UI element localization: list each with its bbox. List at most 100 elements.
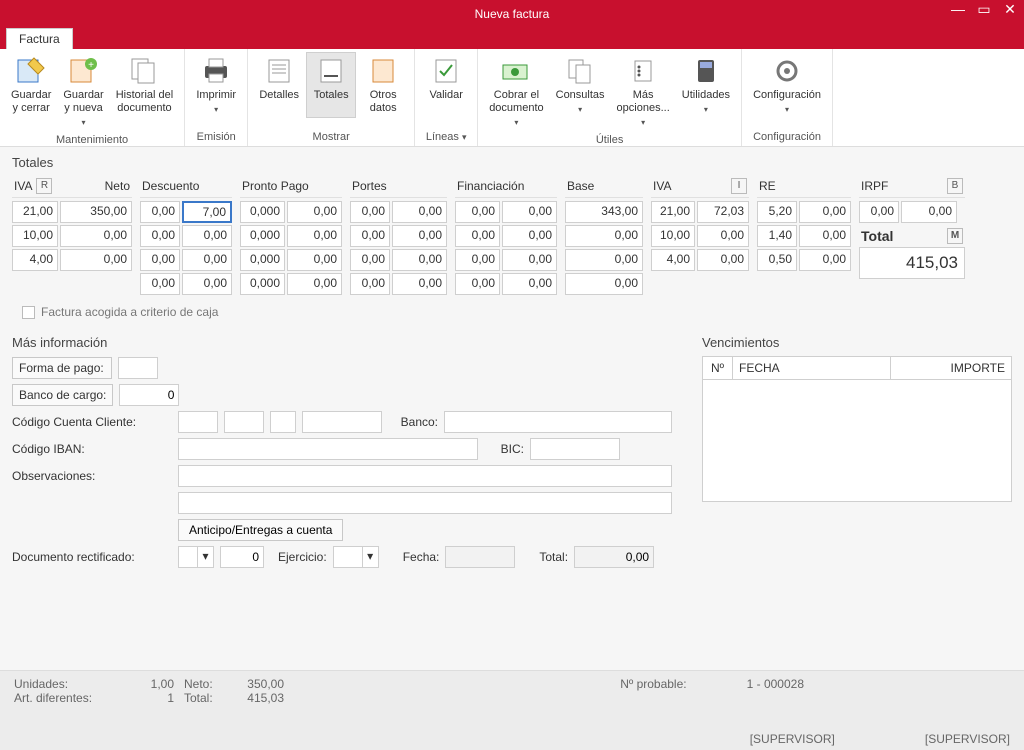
- iva2-p[interactable]: 4,00: [651, 249, 695, 271]
- guardar-nueva-button[interactable]: + Guardar y nueva ▾: [58, 52, 108, 132]
- banco-cargo-input[interactable]: [119, 384, 179, 406]
- port-v[interactable]: 0,00: [392, 249, 447, 271]
- iva2-v[interactable]: 0,00: [697, 249, 749, 271]
- port-v[interactable]: 0,00: [392, 201, 447, 223]
- banco-cargo-button[interactable]: Banco de cargo:: [12, 384, 113, 406]
- fin-v[interactable]: 0,00: [502, 201, 557, 223]
- irpf-v[interactable]: 0,00: [901, 201, 957, 223]
- fin-v[interactable]: 0,00: [502, 225, 557, 247]
- iva-cell[interactable]: 21,00: [12, 201, 58, 223]
- otros-datos-button[interactable]: Otros datos: [358, 52, 408, 118]
- iva2-v[interactable]: 72,03: [697, 201, 749, 223]
- port-p[interactable]: 0,00: [350, 273, 390, 295]
- iva2-p[interactable]: 10,00: [651, 225, 695, 247]
- base-cell[interactable]: 0,00: [565, 273, 643, 295]
- doc-rect-serie[interactable]: [178, 546, 198, 568]
- forma-pago-button[interactable]: Forma de pago:: [12, 357, 112, 379]
- ccc-3[interactable]: [270, 411, 296, 433]
- pp-p[interactable]: 0,000: [240, 249, 285, 271]
- mas-opciones-button[interactable]: Más opciones... ▾: [612, 52, 675, 132]
- tab-factura[interactable]: Factura: [6, 28, 73, 49]
- validar-button[interactable]: Validar: [421, 52, 471, 105]
- obs-input-2[interactable]: [178, 492, 672, 514]
- neto-cell[interactable]: 0,00: [60, 225, 132, 247]
- obs-input-1[interactable]: [178, 465, 672, 487]
- ejercicio-input[interactable]: [333, 546, 363, 568]
- caja-checkbox[interactable]: [22, 306, 35, 319]
- desc-p[interactable]: 0,00: [140, 225, 180, 247]
- iban-input[interactable]: [178, 438, 478, 460]
- group-mostrar-label: Mostrar: [313, 129, 350, 146]
- guardar-cerrar-button[interactable]: Guardar y cerrar: [6, 52, 56, 132]
- re-v[interactable]: 0,00: [799, 225, 851, 247]
- desc-v-active[interactable]: 7,00: [182, 201, 232, 223]
- re-p[interactable]: 1,40: [757, 225, 797, 247]
- neto-cell[interactable]: 350,00: [60, 201, 132, 223]
- close-button[interactable]: ✕: [1002, 2, 1018, 18]
- pp-p[interactable]: 0,000: [240, 201, 285, 223]
- fin-p[interactable]: 0,00: [455, 249, 500, 271]
- fin-p[interactable]: 0,00: [455, 201, 500, 223]
- desc-p[interactable]: 0,00: [140, 273, 180, 295]
- imprimir-button[interactable]: Imprimir ▾: [191, 52, 241, 119]
- fin-v[interactable]: 0,00: [502, 273, 557, 295]
- fin-p[interactable]: 0,00: [455, 225, 500, 247]
- doc-rect-num[interactable]: [220, 546, 264, 568]
- group-emision: Imprimir ▾ Emisión: [185, 49, 248, 146]
- port-p[interactable]: 0,00: [350, 249, 390, 271]
- ccc-4[interactable]: [302, 411, 382, 433]
- desc-v[interactable]: 0,00: [182, 249, 232, 271]
- base-cell[interactable]: 0,00: [565, 225, 643, 247]
- neto-cell[interactable]: 0,00: [60, 249, 132, 271]
- iva-cell[interactable]: 10,00: [12, 225, 58, 247]
- port-p[interactable]: 0,00: [350, 225, 390, 247]
- configuracion-button[interactable]: Configuración ▾: [748, 52, 826, 119]
- base-cell[interactable]: 0,00: [565, 249, 643, 271]
- ccc-1[interactable]: [178, 411, 218, 433]
- pp-p[interactable]: 0,000: [240, 225, 285, 247]
- desc-v[interactable]: 0,00: [182, 273, 232, 295]
- desc-v[interactable]: 0,00: [182, 225, 232, 247]
- pp-v[interactable]: 0,00: [287, 249, 342, 271]
- bic-input[interactable]: [530, 438, 620, 460]
- iva2-p[interactable]: 21,00: [651, 201, 695, 223]
- utilidades-button[interactable]: Utilidades ▾: [677, 52, 735, 132]
- detalles-button[interactable]: Detalles: [254, 52, 304, 118]
- banco-input[interactable]: [444, 411, 672, 433]
- port-v[interactable]: 0,00: [392, 273, 447, 295]
- iva2-v[interactable]: 0,00: [697, 225, 749, 247]
- re-p[interactable]: 5,20: [757, 201, 797, 223]
- ccc-2[interactable]: [224, 411, 264, 433]
- historial-button[interactable]: Historial del documento: [111, 52, 178, 132]
- desc-p[interactable]: 0,00: [140, 201, 180, 223]
- pp-v[interactable]: 0,00: [287, 273, 342, 295]
- b-tag[interactable]: B: [947, 178, 963, 194]
- consultas-button[interactable]: Consultas ▾: [551, 52, 610, 132]
- iva-cell[interactable]: 4,00: [12, 249, 58, 271]
- totales-button[interactable]: Totales: [306, 52, 356, 118]
- re-p[interactable]: 0,50: [757, 249, 797, 271]
- anticipo-button[interactable]: Anticipo/Entregas a cuenta: [178, 519, 343, 541]
- irpf-p[interactable]: 0,00: [859, 201, 899, 223]
- pp-v[interactable]: 0,00: [287, 201, 342, 223]
- r-tag[interactable]: R: [36, 178, 52, 194]
- vencimientos-table[interactable]: Nº FECHA IMPORTE: [702, 356, 1012, 502]
- pp-p[interactable]: 0,000: [240, 273, 285, 295]
- i-tag[interactable]: I: [731, 178, 747, 194]
- ejercicio-dropdown[interactable]: ▾: [363, 546, 379, 568]
- port-p[interactable]: 0,00: [350, 201, 390, 223]
- re-v[interactable]: 0,00: [799, 249, 851, 271]
- maximize-button[interactable]: ▭: [976, 2, 992, 18]
- pp-v[interactable]: 0,00: [287, 225, 342, 247]
- base-cell[interactable]: 343,00: [565, 201, 643, 223]
- desc-p[interactable]: 0,00: [140, 249, 180, 271]
- doc-rect-dropdown[interactable]: ▾: [198, 546, 214, 568]
- fin-p[interactable]: 0,00: [455, 273, 500, 295]
- minimize-button[interactable]: —: [950, 2, 966, 18]
- re-v[interactable]: 0,00: [799, 201, 851, 223]
- cobrar-button[interactable]: Cobrar el documento ▾: [484, 52, 548, 132]
- port-v[interactable]: 0,00: [392, 225, 447, 247]
- fin-v[interactable]: 0,00: [502, 249, 557, 271]
- m-tag[interactable]: M: [947, 228, 963, 244]
- forma-pago-code[interactable]: [118, 357, 158, 379]
